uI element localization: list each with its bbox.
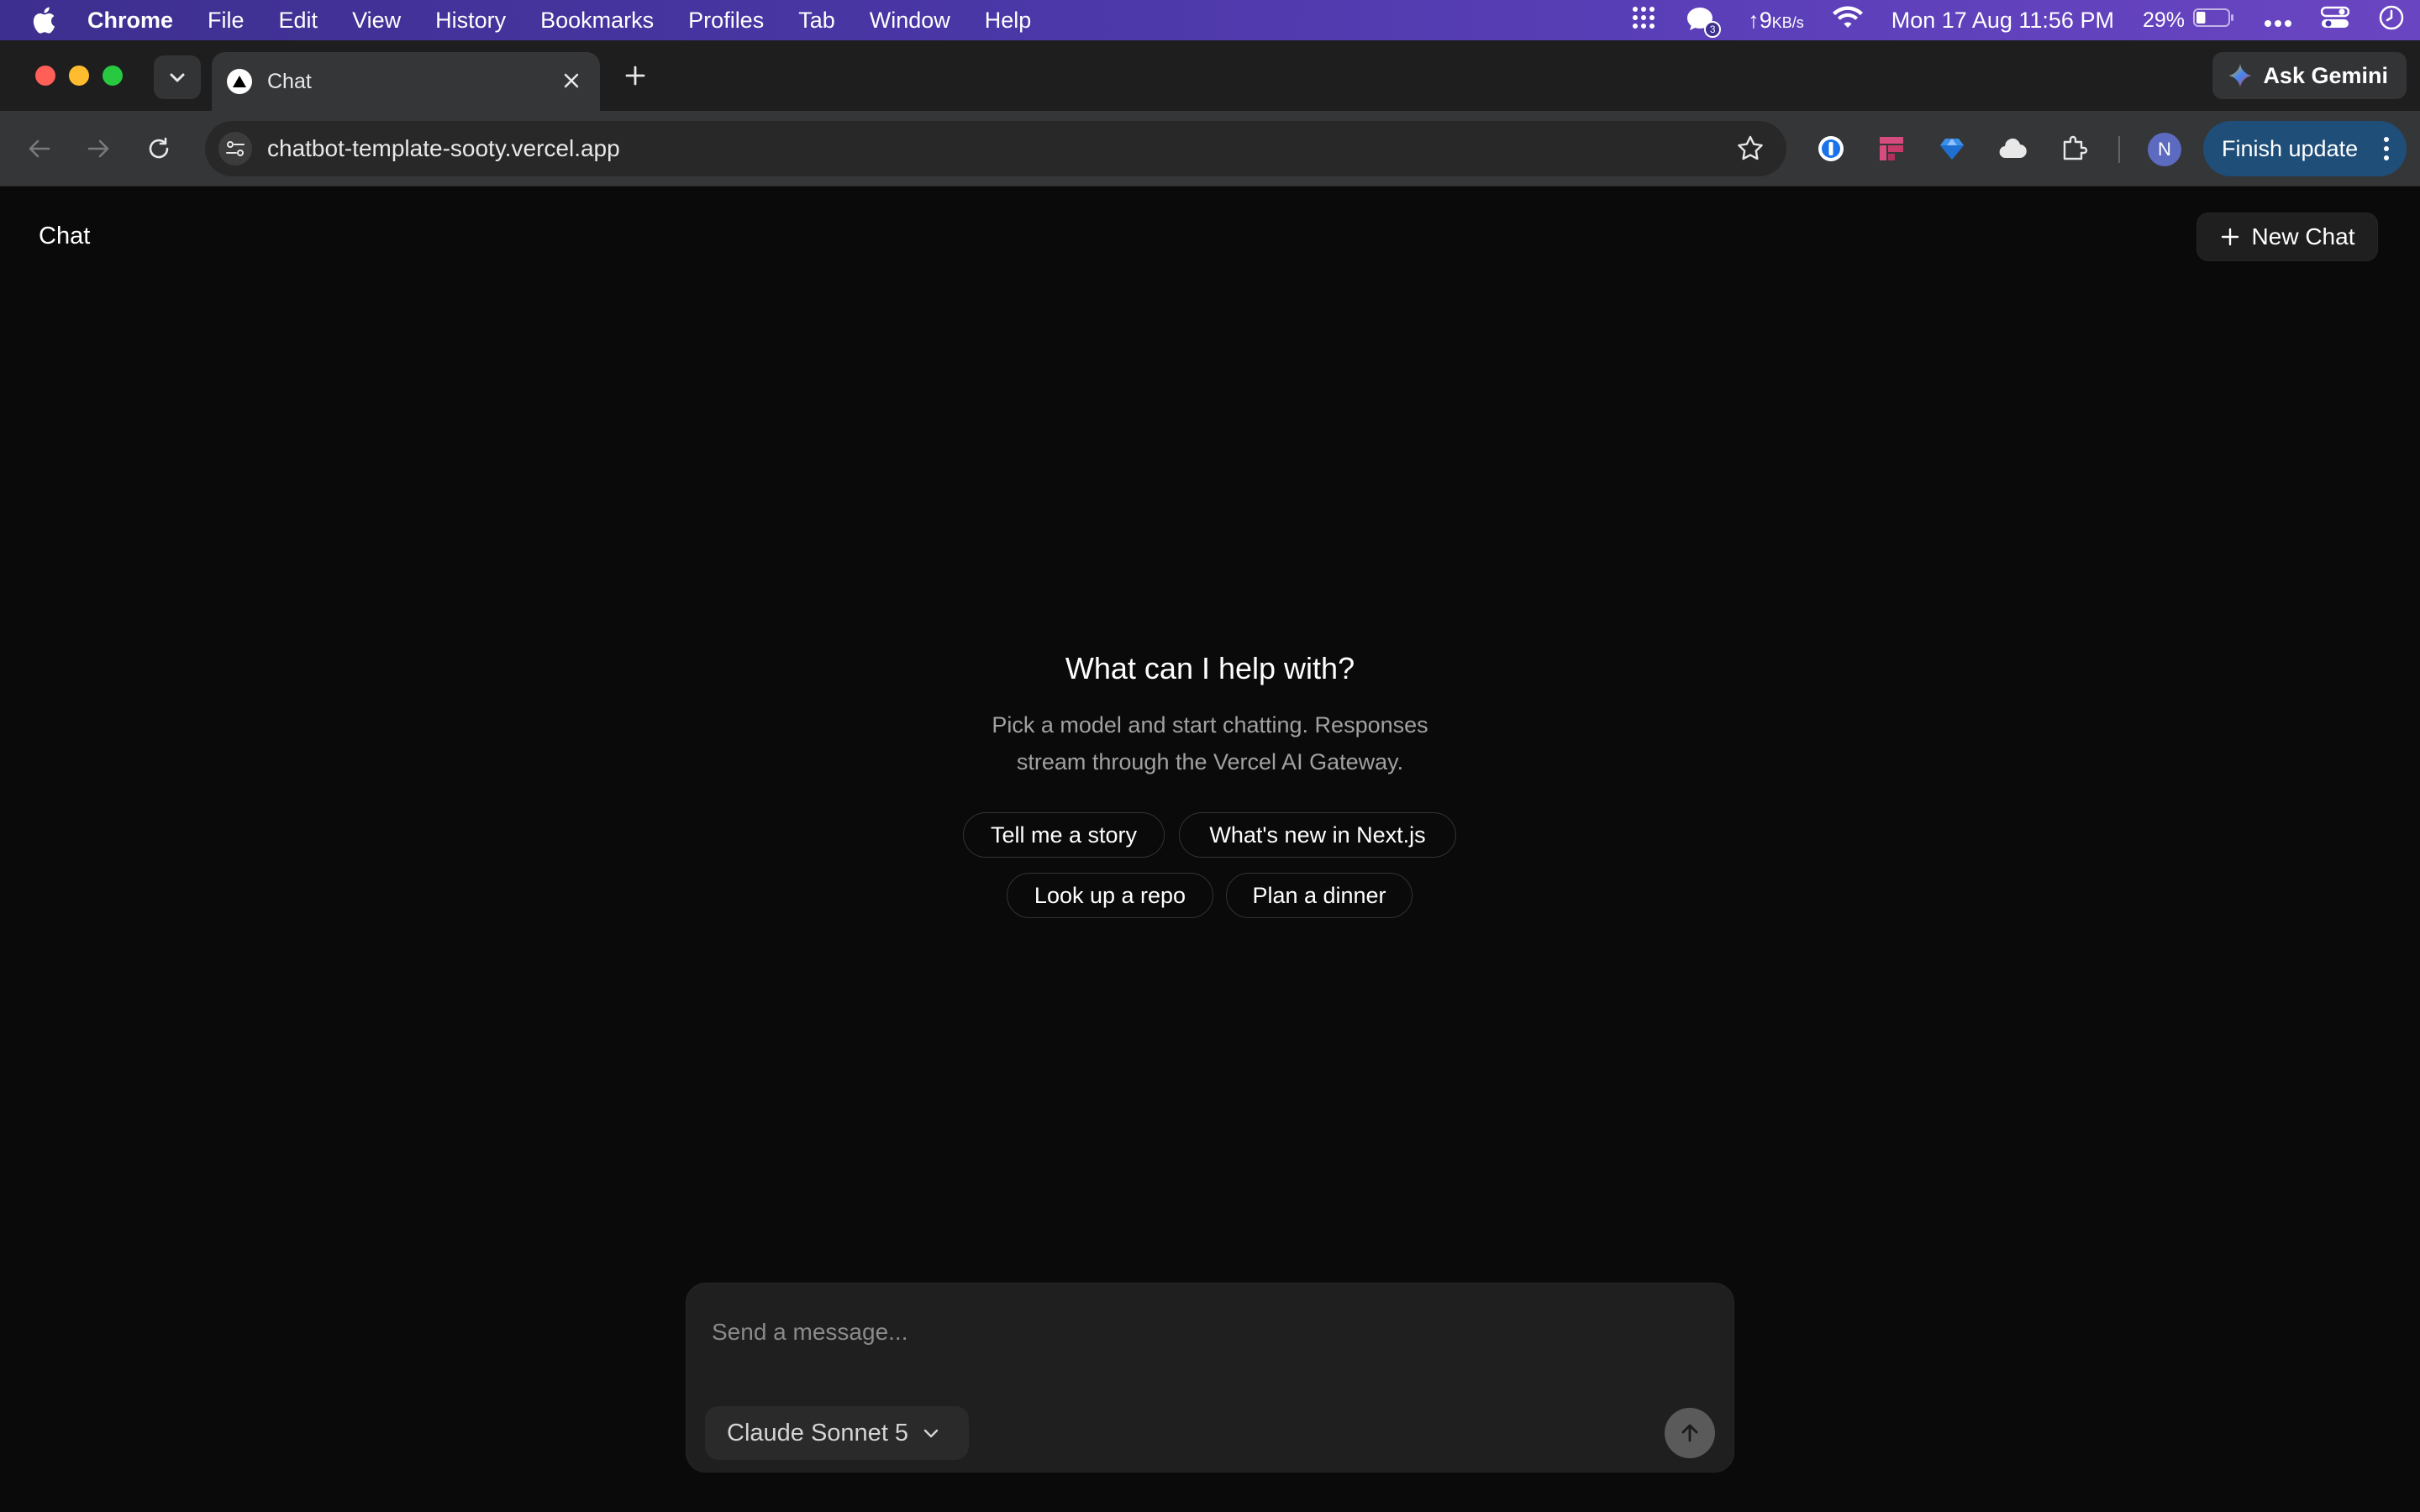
macos-menu-bar: Chrome File Edit View History Bookmarks …: [0, 0, 2420, 40]
arrow-up-icon: [1681, 1424, 1698, 1442]
address-bar[interactable]: chatbot-template-sooty.vercel.app: [205, 121, 1786, 176]
notification-count-badge: 3: [1704, 21, 1722, 38]
finish-update-label: Finish update: [2222, 135, 2359, 161]
apple-menu-icon[interactable]: [0, 7, 87, 34]
tab-close-icon[interactable]: [558, 67, 585, 94]
gemini-sparkle-icon: [2228, 64, 2253, 87]
plus-icon: [2221, 228, 2238, 246]
suggestion-chip[interactable]: Plan a dinner: [1226, 873, 1413, 918]
menu-file[interactable]: File: [208, 8, 245, 34]
battery-icon[interactable]: [2193, 8, 2235, 34]
kebab-menu-icon[interactable]: [2383, 136, 2390, 167]
window-zoom-button[interactable]: [103, 66, 123, 86]
site-settings-icon[interactable]: [218, 132, 252, 165]
profile-avatar[interactable]: N: [2148, 133, 2181, 166]
finish-update-button[interactable]: Finish update: [2203, 121, 2407, 176]
arrow-right-icon: [87, 139, 109, 158]
tab-title: Chat: [267, 69, 312, 93]
password-manager-extension-icon[interactable]: [1813, 131, 1849, 166]
network-speed-readout: ↑9KB/s: [1748, 8, 1804, 34]
menu-window[interactable]: Window: [870, 8, 950, 34]
menu-history[interactable]: History: [435, 8, 506, 34]
model-selector-label: Claude Sonnet 5: [727, 1419, 909, 1446]
suggestion-chip[interactable]: What's new in Next.js: [1179, 812, 1456, 858]
plus-icon: [625, 66, 645, 86]
toolbar-divider: [2118, 136, 2120, 163]
new-chat-label: New Chat: [2251, 223, 2355, 249]
new-tab-button[interactable]: [620, 60, 650, 91]
chevron-down-icon: [170, 73, 185, 82]
menubar-clock[interactable]: Mon 17 Aug 11:56 PM: [1891, 8, 2114, 34]
suggestion-chip[interactable]: Tell me a story: [963, 812, 1165, 858]
suggestion-chip[interactable]: Look up a repo: [1007, 873, 1213, 918]
app-grid-icon[interactable]: [1630, 4, 1657, 37]
reload-button[interactable]: [141, 131, 176, 166]
network-speed-value: ↑9: [1748, 7, 1772, 33]
page-title: Chat: [39, 223, 91, 249]
window-close-button[interactable]: [35, 66, 55, 86]
menu-app-name[interactable]: Chrome: [87, 8, 173, 34]
control-center-icon[interactable]: [2320, 6, 2350, 35]
message-input[interactable]: [710, 1315, 1634, 1349]
menu-view[interactable]: View: [352, 8, 401, 34]
cloud-extension-icon[interactable]: [1995, 131, 2030, 166]
browser-tab-strip: Chat Ask Gemini: [0, 40, 2420, 111]
ask-gemini-label: Ask Gemini: [2263, 62, 2388, 88]
new-chat-button[interactable]: New Chat: [2196, 213, 2378, 261]
vercel-favicon-icon: [227, 69, 252, 94]
hero-title: What can I help with?: [1065, 651, 1355, 685]
menu-bookmarks[interactable]: Bookmarks: [540, 8, 654, 34]
reload-icon: [149, 137, 169, 159]
back-button[interactable]: [22, 131, 57, 166]
menu-tab[interactable]: Tab: [798, 8, 835, 34]
figma-extension-icon[interactable]: [1874, 131, 1909, 166]
bookmark-star-icon[interactable]: [1736, 134, 1765, 167]
menu-edit[interactable]: Edit: [279, 8, 318, 34]
network-speed-unit: KB/s: [1771, 13, 1804, 31]
gem-extension-icon[interactable]: [1934, 131, 1970, 166]
menu-profiles[interactable]: Profiles: [688, 8, 764, 34]
battery-percent: 29%: [2142, 8, 2185, 32]
model-selector[interactable]: Claude Sonnet 5: [705, 1406, 969, 1460]
chevron-down-icon: [923, 1429, 939, 1438]
extensions-puzzle-icon[interactable]: [2057, 131, 2092, 166]
address-url[interactable]: chatbot-template-sooty.vercel.app: [267, 135, 620, 162]
tab-search-button[interactable]: [154, 55, 201, 99]
window-minimize-button[interactable]: [69, 66, 89, 86]
hero-subtitle: Pick a model and start chatting. Respons…: [992, 712, 1428, 774]
more-dots-icon[interactable]: [2264, 8, 2292, 34]
browser-tab-active[interactable]: Chat: [212, 52, 600, 111]
clock-icon[interactable]: [2378, 4, 2405, 37]
ask-gemini-button[interactable]: Ask Gemini: [2212, 52, 2407, 99]
menu-help[interactable]: Help: [985, 8, 1032, 34]
arrow-left-icon: [29, 139, 50, 158]
chat-notification-icon[interactable]: 3: [1686, 6, 1722, 38]
send-button[interactable]: [1665, 1408, 1715, 1458]
forward-button[interactable]: [81, 131, 116, 166]
wifi-icon[interactable]: [1832, 6, 1863, 35]
message-composer: Claude Sonnet 5: [686, 1283, 1734, 1473]
browser-toolbar: chatbot-template-sooty.vercel.app N Fini…: [0, 111, 2420, 186]
chat-page: Chat New Chat What can I help with? Pick…: [0, 187, 2420, 1512]
